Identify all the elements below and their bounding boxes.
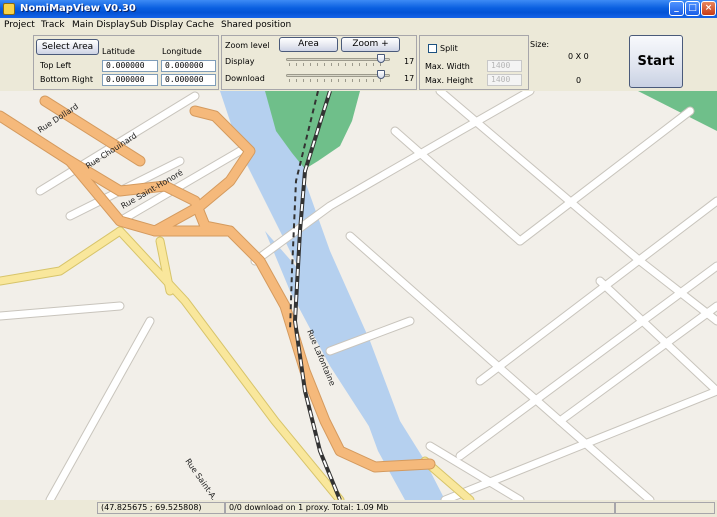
zoom-level-label: Zoom level [225,41,270,50]
select-area-button[interactable]: Select Area [36,39,99,55]
status-bar: (47.825675 ; 69.525808) 0/0 download on … [0,500,717,517]
menu-cache[interactable]: Cache [186,20,214,30]
size-dimensions: 0 X 0 [568,52,589,61]
title-bar[interactable]: NomiMapView V0.30 _ □ × [0,0,717,18]
menu-shared-position[interactable]: Shared position [221,20,291,30]
max-width-label: Max. Width [425,62,470,71]
bottom-right-latitude-field[interactable]: 0.000000 [102,74,158,86]
minimize-icon: _ [674,3,679,13]
status-coordinates: (47.825675 ; 69.525808) [97,502,225,514]
display-zoom-slider[interactable] [286,54,390,66]
display-label: Display [225,57,255,66]
maximize-icon: □ [688,3,697,13]
bottom-right-longitude-field[interactable]: 0.000000 [161,74,216,86]
zoom-area-button[interactable]: Area [279,37,338,52]
latitude-label: Latitude [102,47,135,56]
download-label: Download [225,74,265,83]
top-left-longitude-field[interactable]: 0.000000 [161,60,216,72]
menu-main-display[interactable]: Main Display [72,20,130,30]
bottom-right-label: Bottom Right [40,75,93,84]
menu-sub-display[interactable]: Sub Display [130,20,183,30]
top-left-label: Top Left [40,61,72,70]
max-width-field[interactable]: 1400 [487,60,522,72]
size-label: Size: [530,40,550,49]
max-height-field[interactable]: 1400 [487,74,522,86]
app-window: NomiMapView V0.30 _ □ × Project Track Ma… [0,0,717,517]
close-button[interactable]: × [701,1,716,16]
app-icon [3,3,15,15]
download-slider-thumb[interactable] [377,70,386,79]
download-zoom-slider[interactable] [286,70,390,82]
download-slider-track [286,74,390,77]
display-slider-thumb[interactable] [377,54,386,63]
top-left-latitude-field[interactable]: 0.000000 [102,60,158,72]
longitude-label: Longitude [162,47,202,56]
split-checkbox[interactable] [428,44,437,53]
download-zoom-value: 17 [404,74,415,83]
menu-track[interactable]: Track [41,20,65,30]
display-slider-track [286,58,390,61]
window-title: NomiMapView V0.30 [20,3,136,14]
minimize-button[interactable]: _ [669,1,684,16]
menu-bar: Project Track Main Display Sub Display C… [0,18,717,34]
status-extra [615,502,715,514]
menu-project[interactable]: Project [4,20,35,30]
zoom-in-button[interactable]: Zoom + [341,37,400,52]
close-icon: × [704,3,713,13]
display-slider-ticks [289,63,387,66]
maximize-button[interactable]: □ [685,1,700,16]
max-height-label: Max. Height [425,76,474,85]
display-zoom-value: 17 [404,57,415,66]
start-button[interactable]: Start [629,35,683,88]
download-slider-ticks [289,79,387,82]
map-view[interactable]: Rue Dollard Rue Chouinard Rue Saint-Hono… [0,91,717,500]
split-label: Split [440,44,458,53]
size-count: 0 [576,76,582,85]
status-download-info: 0/0 download on 1 proxy. Total: 1.09 Mb [225,502,615,514]
